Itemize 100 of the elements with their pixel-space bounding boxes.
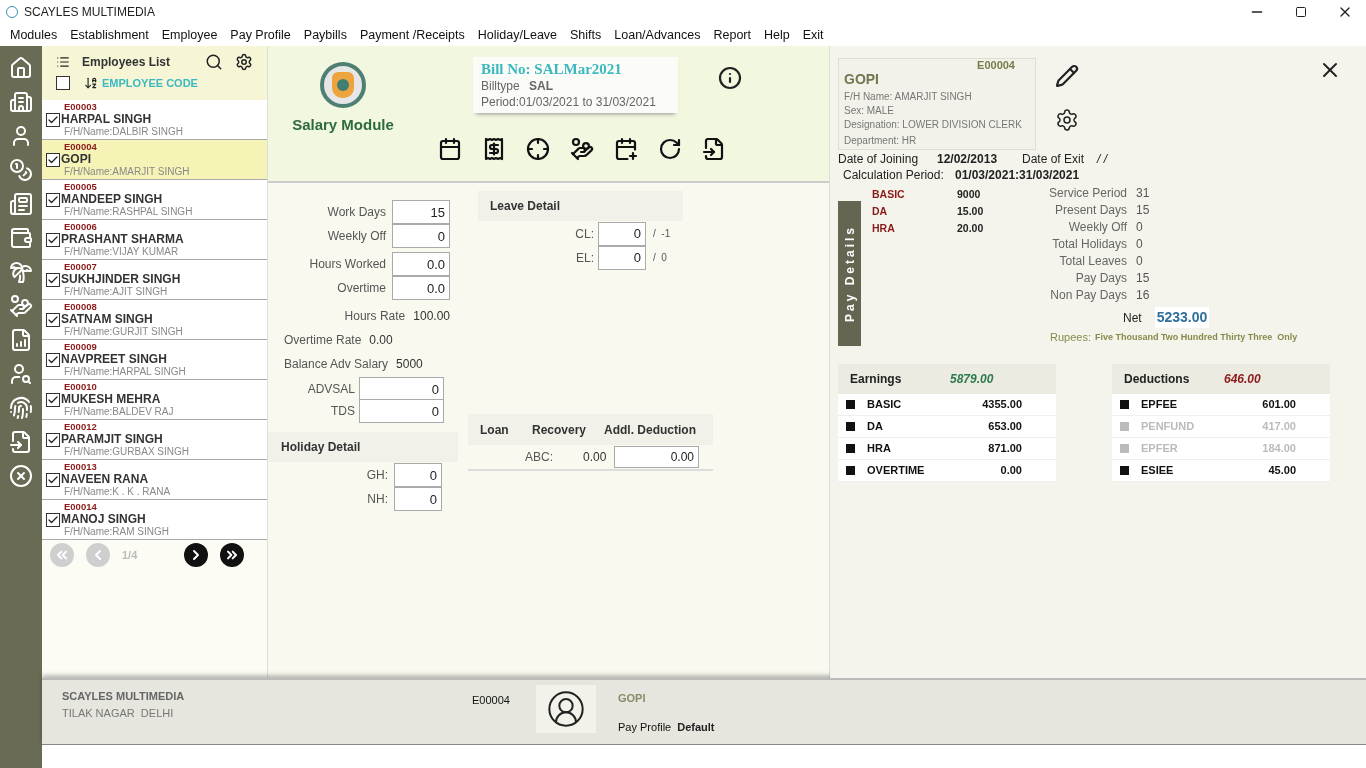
money-bag-icon (320, 62, 366, 108)
user-search-icon[interactable] (9, 362, 33, 386)
loan-name: ABC: (525, 449, 554, 466)
file-import-icon[interactable] (702, 137, 726, 161)
home-icon[interactable] (9, 56, 33, 80)
field-label: ADVSAL (307, 381, 355, 398)
deduction-field[interactable]: 0.00 (614, 446, 699, 468)
employee-row[interactable]: E00012 PARAMJIT SINGH F/H/Name:GURBAX SINGH (42, 420, 267, 460)
menu-item[interactable]: Payment /Receipts (359, 25, 465, 45)
report-icon[interactable] (9, 328, 33, 352)
last-page-button[interactable] (220, 543, 244, 567)
palm-tree-icon[interactable] (9, 260, 33, 284)
field-label: GH: (366, 467, 388, 484)
employee-row[interactable]: E00013 NAVEEN RANA F/H/Name:K . K . RANA (42, 460, 267, 500)
employee-row[interactable]: E00006 PRASHANT SHARMA F/H/Name:VIJAY KUMAR (42, 220, 267, 260)
checkbox[interactable] (46, 152, 60, 167)
employee-row[interactable]: E00007 SUKHJINDER SINGH F/H/Name:AJIT SINGH (42, 260, 267, 300)
column-header: Addl. Deduction (604, 421, 696, 439)
number-field[interactable]: 0 (359, 377, 444, 401)
item-amount: 601.00 (1261, 397, 1296, 413)
employee-code: E00008 (64, 301, 98, 312)
checkbox[interactable] (46, 192, 60, 207)
edit-icon[interactable] (1055, 64, 1079, 88)
sex-text: Sex: MALE (844, 106, 896, 116)
section-header: Holiday Detail (268, 432, 458, 462)
parent-name: F/H/Name:HARPAL SINGH (64, 367, 186, 378)
document-icon[interactable] (9, 192, 33, 216)
checkbox[interactable] (46, 272, 60, 287)
page-indicator: 1/4 (122, 547, 139, 563)
recovery-amount: 0.00 (583, 449, 608, 466)
calendar-plus-icon[interactable] (614, 137, 638, 161)
employee-name: HARPAL SINGH (61, 113, 153, 126)
menu-item[interactable]: Modules (10, 25, 58, 45)
menu-item[interactable]: Shifts (570, 25, 602, 45)
amount-in-words: Five Thousand Two Hundred Thirty Three Only (1095, 330, 1298, 344)
checkbox[interactable] (46, 232, 60, 247)
settings-icon[interactable] (1055, 108, 1079, 132)
calendar-icon[interactable] (438, 137, 462, 161)
number-field[interactable]: 0 (394, 463, 442, 487)
coins-icon[interactable] (9, 158, 33, 182)
settings-icon[interactable] (235, 53, 253, 71)
number-field[interactable]: 0.0 (392, 252, 450, 276)
checkbox[interactable] (46, 112, 60, 127)
employee-row[interactable]: E00003 HARPAL SINGH F/H/Name:DALBIR SINGH (42, 100, 267, 140)
number-field[interactable]: 0 (392, 224, 450, 248)
checkbox[interactable] (46, 512, 60, 527)
billtype-label: Billtype (481, 78, 521, 94)
bill-icon[interactable] (482, 137, 506, 161)
employee-name: MUKESH MEHRA (61, 393, 162, 406)
employee-row[interactable]: E00009 NAVPREET SINGH F/H/Name:HARPAL SINGH (42, 340, 267, 380)
refresh-icon[interactable] (658, 137, 682, 161)
fingerprint-icon[interactable] (9, 396, 33, 420)
exit-icon[interactable] (9, 464, 33, 488)
hand-coins-icon[interactable] (570, 137, 594, 161)
number-field[interactable]: 0 (359, 399, 444, 423)
rate-value: 15.00 (957, 203, 984, 219)
info-icon[interactable] (718, 66, 742, 90)
panel-title: Deductions (1124, 371, 1191, 388)
employee-row[interactable]: E00004 GOPI F/H/Name:AMARJIT SINGH (42, 140, 267, 180)
menu-item[interactable]: Employee (161, 25, 218, 45)
menu-item[interactable]: Help (764, 25, 790, 45)
employee-row[interactable]: E00014 MANOJ SINGH F/H/Name:RAM SINGH (42, 500, 267, 540)
menu-item[interactable]: Establishment (70, 25, 149, 45)
leave-balance: / 0 (653, 251, 667, 265)
next-page-button[interactable] (184, 543, 208, 567)
target-icon[interactable] (526, 137, 550, 161)
checkbox[interactable] (46, 472, 60, 487)
menu-item[interactable]: Loan/Advances (614, 25, 701, 45)
menu-item[interactable]: Report (713, 25, 751, 45)
menu-item[interactable]: Pay Profile (230, 25, 291, 45)
search-icon[interactable] (205, 53, 223, 71)
checkbox[interactable] (46, 392, 60, 407)
checkbox[interactable] (56, 76, 70, 90)
employee-name: MANOJ SINGH (61, 513, 147, 526)
employee-name: PARAMJIT SINGH (61, 433, 164, 446)
number-field[interactable]: 0 (598, 245, 646, 270)
employee-row[interactable]: E00008 SATNAM SINGH F/H/Name:GURJIT SINGH (42, 300, 267, 340)
maximize-icon[interactable] (1295, 6, 1307, 18)
number-field[interactable]: 15 (392, 200, 450, 224)
checkbox[interactable] (46, 432, 60, 447)
field-label: Balance Adv Salary (284, 356, 389, 373)
field-label: Work Days (327, 204, 386, 221)
menu-item[interactable]: Exit (802, 25, 824, 45)
checkbox[interactable] (46, 352, 60, 367)
wallet-icon[interactable] (9, 226, 33, 250)
building-icon[interactable] (9, 90, 33, 114)
days-label: Present Days (1053, 201, 1127, 219)
pay-details-tab[interactable]: Pay Details (838, 201, 861, 346)
number-field[interactable]: 0.0 (392, 276, 450, 300)
sort-icon[interactable] (84, 76, 98, 90)
list-title: Employees List (82, 54, 171, 71)
employee-row[interactable]: E00010 MUKESH MEHRA F/H/Name:BALDEV RAJ (42, 380, 267, 420)
menu-item[interactable]: Holiday/Leave (477, 25, 558, 45)
column-header: Recovery (532, 421, 588, 439)
list-icon[interactable] (56, 55, 70, 69)
employee-row[interactable]: E00005 MANDEEP SINGH F/H/Name:RASHPAL SINGH (42, 180, 267, 220)
menu-item[interactable]: Paybills (303, 25, 347, 45)
number-field[interactable]: 0 (598, 221, 646, 246)
checkbox[interactable] (46, 312, 60, 327)
number-field[interactable]: 0 (394, 487, 442, 511)
